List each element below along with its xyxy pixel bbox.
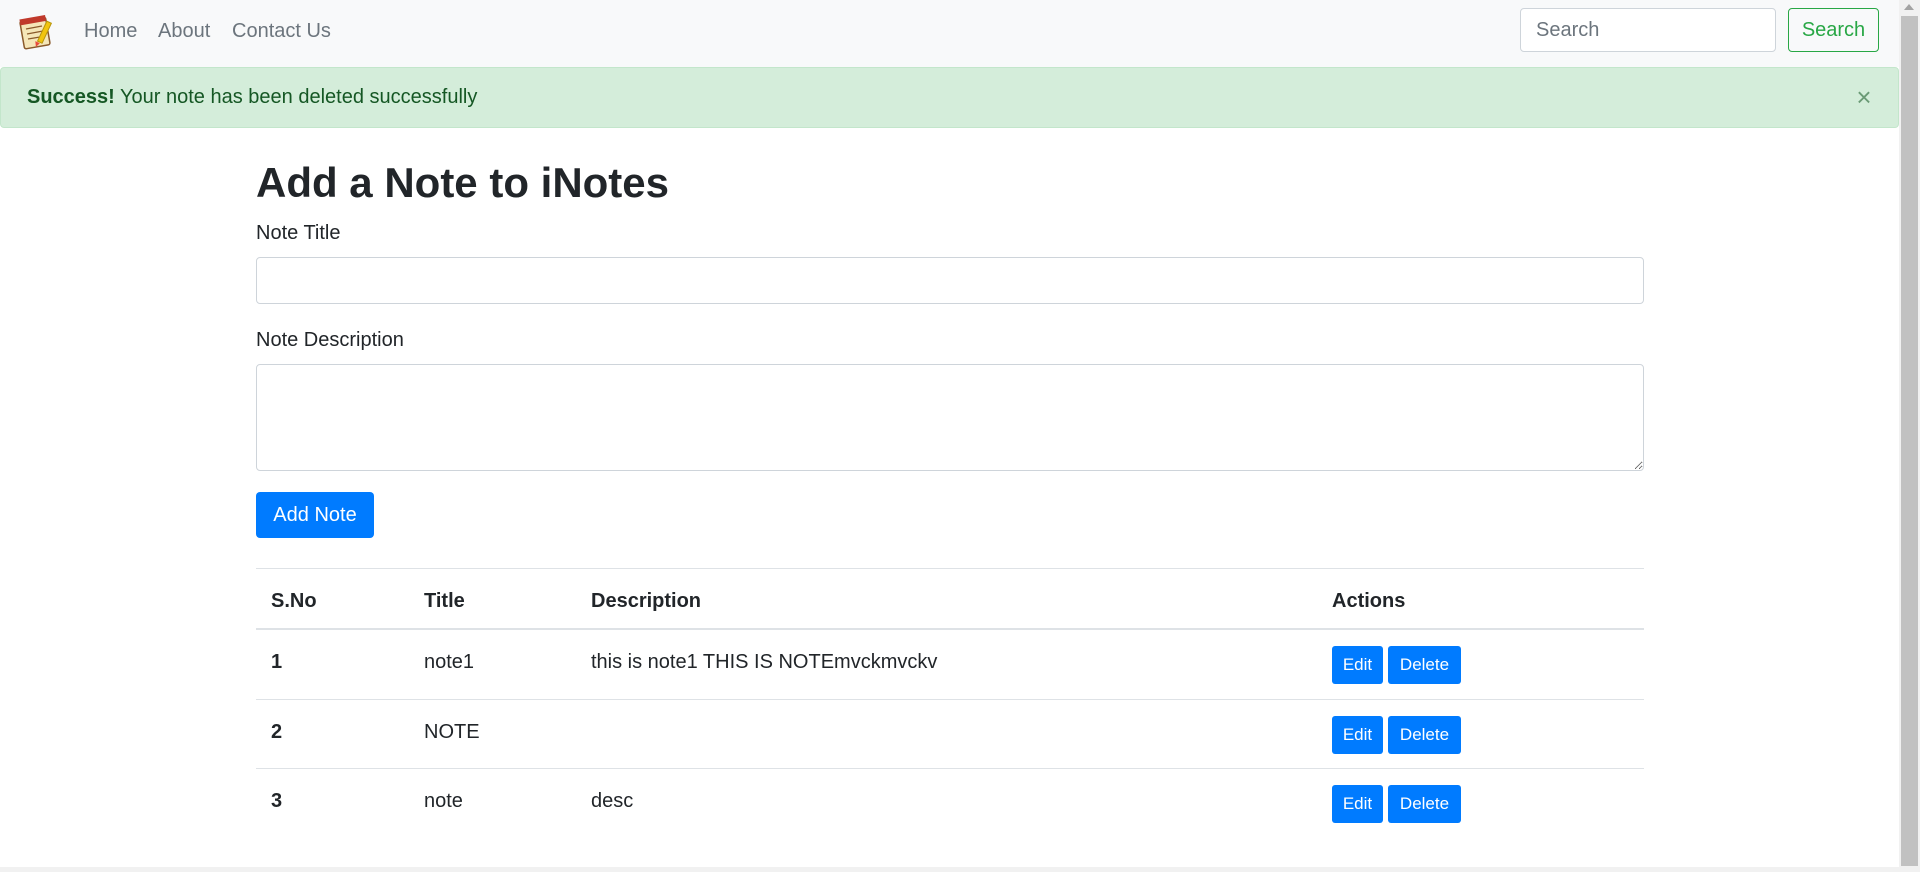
- search-button[interactable]: Search: [1788, 8, 1879, 52]
- page: Home About Contact Us Search Success! Yo…: [0, 0, 1899, 872]
- row-sno: 2: [271, 721, 283, 743]
- delete-button[interactable]: Delete: [1388, 785, 1461, 823]
- note-description-label: Note Description: [256, 329, 404, 351]
- edit-button[interactable]: Edit: [1332, 785, 1383, 823]
- row-title: note: [424, 790, 463, 812]
- page-title: Add a Note to iNotes: [256, 159, 670, 206]
- nav-link-home[interactable]: Home: [84, 20, 137, 43]
- nav-link-about[interactable]: About: [158, 20, 210, 43]
- vertical-scrollbar[interactable]: [1899, 0, 1920, 872]
- success-alert: Success! Your note has been deleted succ…: [0, 67, 1899, 128]
- edit-button[interactable]: Edit: [1332, 716, 1383, 754]
- table-row: 1 note1 this is note1 THIS IS NOTEmvckmv…: [256, 630, 1644, 699]
- scrollbar-thumb[interactable]: [1901, 16, 1918, 866]
- edit-button[interactable]: Edit: [1332, 646, 1383, 684]
- note-description-input[interactable]: [256, 364, 1644, 471]
- note-title-label: Note Title: [256, 222, 341, 244]
- delete-button[interactable]: Delete: [1388, 646, 1461, 684]
- table-row: 3 note desc Edit Delete: [256, 768, 1644, 837]
- row-title: note1: [424, 651, 475, 673]
- row-description: desc: [591, 790, 634, 812]
- row-title: NOTE: [424, 721, 480, 743]
- header-title: Title: [424, 590, 465, 612]
- header-description: Description: [591, 590, 702, 612]
- navbar: Home About Contact Us Search: [0, 0, 1899, 67]
- header-actions: Actions: [1332, 590, 1406, 612]
- table-row: 2 NOTE Edit Delete: [256, 699, 1644, 768]
- alert-strong-label: Success!: [27, 86, 115, 108]
- header-sno: S.No: [271, 590, 317, 612]
- add-note-button[interactable]: Add Note: [256, 492, 374, 538]
- search-input[interactable]: [1520, 8, 1776, 52]
- notepad-logo-icon[interactable]: [18, 13, 56, 51]
- table-header-row: S.No Title Description Actions: [256, 568, 1644, 630]
- row-description: this is note1 THIS IS NOTEmvckmvckv: [591, 651, 938, 673]
- close-icon[interactable]: ×: [1849, 82, 1879, 112]
- row-sno: 1: [271, 651, 283, 673]
- notes-table: S.No Title Description Actions 1 note1 t…: [256, 568, 1644, 837]
- alert-text: Your note has been deleted successfully: [114, 86, 478, 108]
- note-title-input[interactable]: [256, 257, 1644, 304]
- delete-button[interactable]: Delete: [1388, 716, 1461, 754]
- horizontal-scroll-track: [0, 867, 1899, 872]
- alert-message: Success! Your note has been deleted succ…: [27, 86, 477, 109]
- scroll-up-arrow-icon[interactable]: [1904, 4, 1914, 10]
- nav-link-contact-us[interactable]: Contact Us: [232, 20, 331, 43]
- row-sno: 3: [271, 790, 283, 812]
